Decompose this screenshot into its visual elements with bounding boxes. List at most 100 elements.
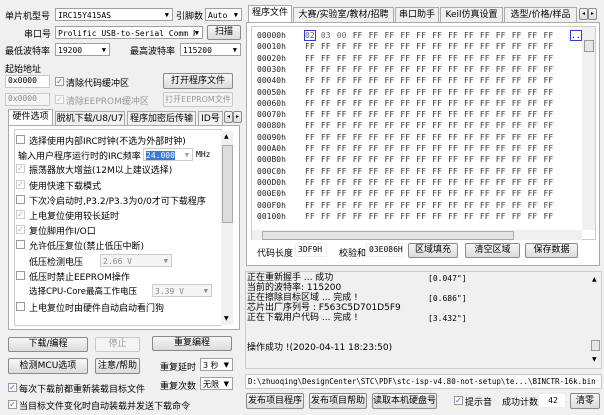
hex-byte[interactable]: FF xyxy=(528,178,538,187)
tab-program-file[interactable]: 程序文件 xyxy=(248,5,292,22)
max-baud-select[interactable]: 115200 ▼ xyxy=(180,43,241,56)
hex-byte[interactable]: FF xyxy=(528,133,538,142)
hex-byte[interactable]: FF xyxy=(512,110,522,119)
scroll-down-icon[interactable]: ▼ xyxy=(592,356,597,363)
hex-byte[interactable]: FF xyxy=(385,54,395,63)
hex-byte[interactable]: FF xyxy=(305,201,315,210)
hex-byte[interactable]: FF xyxy=(385,110,395,119)
hex-byte[interactable]: FF xyxy=(321,76,331,85)
option-checkbox[interactable] xyxy=(16,195,25,204)
hex-byte[interactable]: FF xyxy=(464,201,474,210)
hex-byte[interactable]: FF xyxy=(337,201,347,210)
hex-byte[interactable]: FF xyxy=(528,201,538,210)
tab-scroll-right-icon[interactable]: ▸ xyxy=(233,111,242,123)
scan-button[interactable]: 扫描 xyxy=(207,25,241,40)
publish-program-button[interactable]: 发布项目程序 xyxy=(246,393,304,409)
scrollbar-thumb[interactable] xyxy=(222,145,233,223)
hex-byte[interactable]: FF xyxy=(416,88,426,97)
hex-byte[interactable]: FF xyxy=(528,88,538,97)
hex-byte[interactable]: FF xyxy=(464,31,474,40)
hex-byte[interactable]: FF xyxy=(416,144,426,153)
hex-byte[interactable]: FF xyxy=(385,201,395,210)
hex-byte[interactable]: FF xyxy=(464,65,474,74)
options-scrollbar[interactable]: ▲ ▼ xyxy=(221,131,233,325)
hex-byte[interactable]: FF xyxy=(496,42,506,51)
hex-byte[interactable]: FF xyxy=(448,212,458,221)
hex-byte[interactable]: FF xyxy=(353,110,363,119)
port-select[interactable]: Prolific USB-to-Serial Comm P ▼ xyxy=(55,26,203,39)
hex-byte[interactable]: FF xyxy=(448,167,458,176)
hex-byte[interactable]: FF xyxy=(496,144,506,153)
hex-byte[interactable]: FF xyxy=(416,76,426,85)
hex-byte[interactable]: FF xyxy=(369,76,379,85)
hex-byte[interactable]: FF xyxy=(480,76,490,85)
hex-byte[interactable]: FF xyxy=(496,133,506,142)
tab-selection-price[interactable]: 选型/价格/样品 xyxy=(504,7,577,22)
save-data-button[interactable]: 保存数据 xyxy=(525,243,578,258)
hex-byte[interactable]: FF xyxy=(369,42,379,51)
hex-byte[interactable]: FF xyxy=(448,42,458,51)
hex-byte[interactable]: FF xyxy=(448,189,458,198)
tab-encrypted-transfer[interactable]: 程序加密后传输 xyxy=(127,111,196,126)
stop-button[interactable]: 停止 xyxy=(95,337,140,352)
hex-byte[interactable]: FF xyxy=(337,212,347,221)
hex-byte[interactable]: FF xyxy=(544,88,554,97)
hex-byte[interactable]: FF xyxy=(400,167,410,176)
hex-byte[interactable]: FF xyxy=(480,133,490,142)
hex-byte[interactable]: FF xyxy=(528,54,538,63)
hex-byte[interactable]: FF xyxy=(496,76,506,85)
hex-byte[interactable]: FF xyxy=(416,121,426,130)
hex-byte[interactable]: FF xyxy=(544,133,554,142)
hex-byte[interactable]: FF xyxy=(432,121,442,130)
hex-byte[interactable]: FF xyxy=(337,65,347,74)
hex-byte[interactable]: 02 xyxy=(304,30,316,41)
hex-byte[interactable]: FF xyxy=(385,121,395,130)
hex-byte[interactable]: FF xyxy=(480,65,490,74)
hex-byte[interactable]: FF xyxy=(321,65,331,74)
hex-byte[interactable]: FF xyxy=(432,99,442,108)
hex-byte[interactable]: FF xyxy=(496,167,506,176)
hex-byte[interactable]: FF xyxy=(321,178,331,187)
hex-byte[interactable]: FF xyxy=(353,99,363,108)
option-checkbox[interactable] xyxy=(16,240,25,249)
hex-byte[interactable]: FF xyxy=(480,155,490,164)
auto-send-checkbox[interactable]: ✓ xyxy=(8,400,17,409)
hex-byte[interactable]: FF xyxy=(353,42,363,51)
hex-byte[interactable]: 03 xyxy=(321,31,331,40)
hex-byte[interactable]: FF xyxy=(321,167,331,176)
hex-byte[interactable]: FF xyxy=(496,31,506,40)
hex-byte[interactable]: FF xyxy=(480,201,490,210)
hex-byte[interactable]: FF xyxy=(385,189,395,198)
hex-byte[interactable]: FF xyxy=(400,189,410,198)
hex-byte[interactable]: FF xyxy=(305,212,315,221)
hex-byte[interactable]: FF xyxy=(448,155,458,164)
repeat-count-select[interactable]: 无限 ▼ xyxy=(200,377,233,390)
hex-byte[interactable]: FF xyxy=(385,76,395,85)
log-scrollbar[interactable]: ▲ ▼ xyxy=(590,274,601,366)
clear-area-button[interactable]: 清空区域 xyxy=(465,243,520,258)
hex-byte[interactable]: FF xyxy=(400,76,410,85)
hex-byte[interactable]: FF xyxy=(337,88,347,97)
hex-byte[interactable]: FF xyxy=(544,121,554,130)
hex-byte[interactable]: FF xyxy=(400,178,410,187)
hex-byte[interactable]: FF xyxy=(480,144,490,153)
hex-byte[interactable]: FF xyxy=(432,178,442,187)
hex-byte[interactable]: FF xyxy=(544,110,554,119)
hex-byte[interactable]: FF xyxy=(464,212,474,221)
hex-byte[interactable]: FF xyxy=(544,155,554,164)
hex-byte[interactable]: FF xyxy=(512,178,522,187)
hex-byte[interactable]: FF xyxy=(337,110,347,119)
hex-byte[interactable]: FF xyxy=(528,65,538,74)
hex-byte[interactable]: FF xyxy=(448,88,458,97)
hex-byte[interactable]: FF xyxy=(448,144,458,153)
hex-byte[interactable]: FF xyxy=(464,42,474,51)
hex-byte[interactable]: FF xyxy=(305,65,315,74)
option-checkbox[interactable]: ✓ xyxy=(16,225,25,234)
hex-byte[interactable]: FF xyxy=(432,110,442,119)
hex-byte[interactable]: FF xyxy=(480,99,490,108)
hex-byte[interactable]: FF xyxy=(496,54,506,63)
hex-byte[interactable]: FF xyxy=(512,31,522,40)
hex-byte[interactable]: FF xyxy=(512,65,522,74)
hex-byte[interactable]: FF xyxy=(512,42,522,51)
hex-byte[interactable]: FF xyxy=(512,189,522,198)
